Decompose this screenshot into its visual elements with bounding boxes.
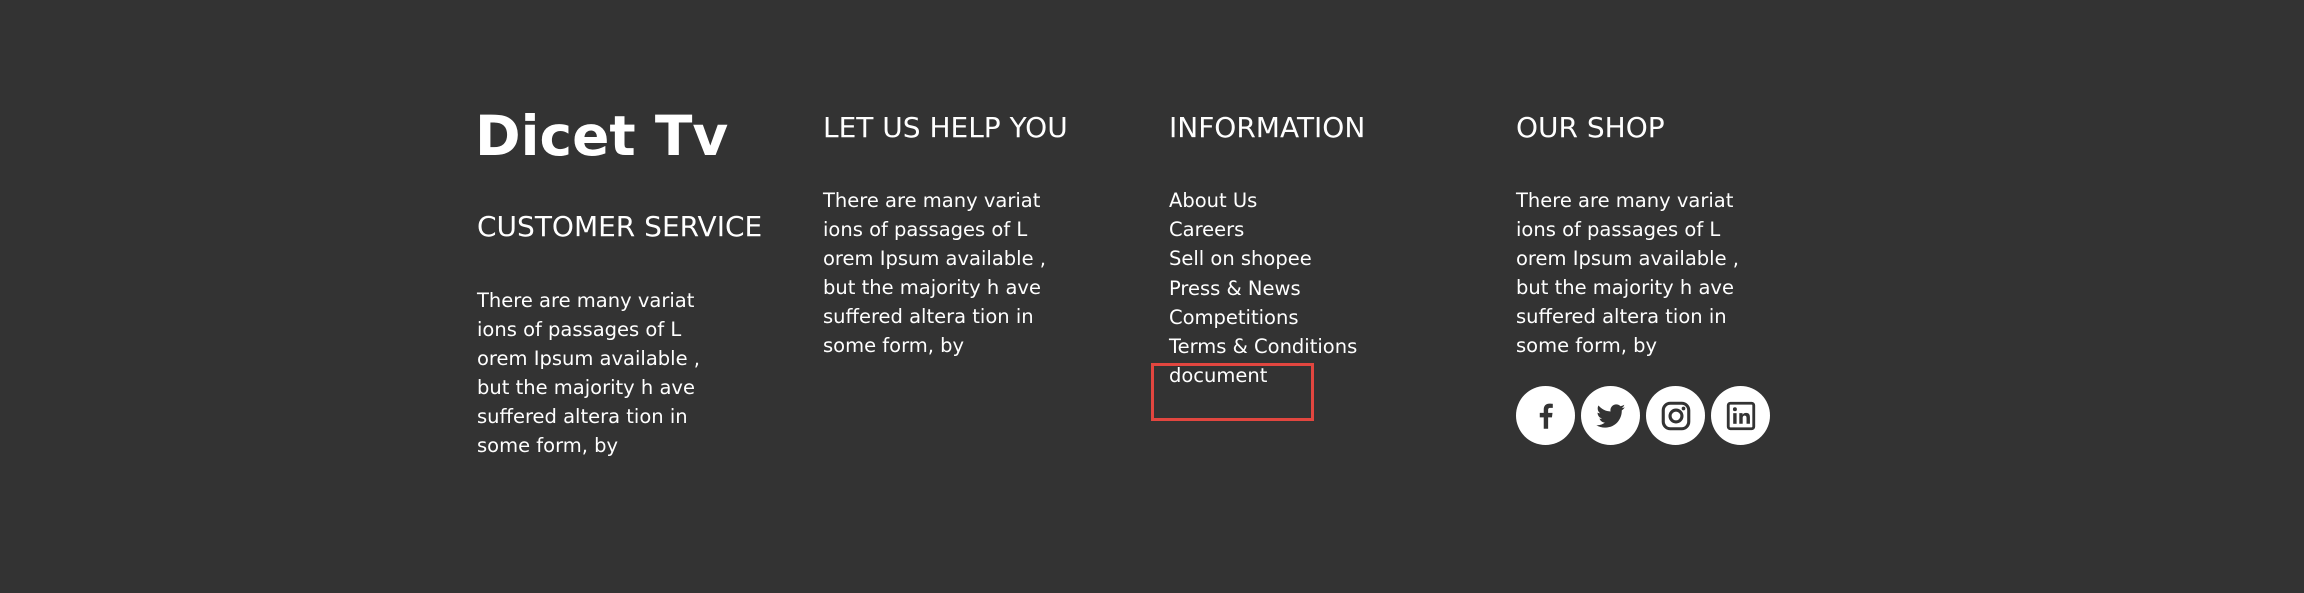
link-about-us[interactable]: About Us [1169, 189, 1257, 212]
twitter-icon [1595, 403, 1625, 428]
help-text: There are many variat ions of passages o… [823, 189, 1046, 357]
instagram-icon [1661, 401, 1690, 430]
shop-heading: OUR SHOP [1516, 111, 1665, 144]
link-press-news[interactable]: Press & News [1169, 277, 1301, 300]
linkedin-button[interactable] [1711, 386, 1770, 445]
highlight-box [1151, 363, 1314, 421]
list-item: Careers [1169, 215, 1357, 244]
link-terms-conditions[interactable]: Terms & Conditions [1169, 335, 1357, 358]
customer-service-text: There are many variat ions of passages o… [477, 289, 700, 457]
list-item: Terms & Conditions [1169, 332, 1357, 361]
facebook-button[interactable] [1516, 386, 1575, 445]
linkedin-icon [1726, 401, 1755, 430]
instagram-button[interactable] [1646, 386, 1705, 445]
twitter-button[interactable] [1581, 386, 1640, 445]
customer-service-heading: CUSTOMER SERVICE [477, 210, 763, 243]
facebook-icon [1539, 403, 1553, 429]
link-careers[interactable]: Careers [1169, 218, 1244, 241]
list-item: Press & News [1169, 274, 1357, 303]
list-item: About Us [1169, 186, 1357, 215]
social-links [1516, 386, 1770, 445]
information-heading: INFORMATION [1169, 111, 1366, 144]
list-item: Sell on shopee [1169, 244, 1357, 273]
footer: Dicet Tv CUSTOMER SERVICE There are many… [0, 0, 2304, 593]
help-heading: LET US HELP YOU [823, 111, 1068, 144]
information-links: About Us Careers Sell on shopee Press & … [1169, 186, 1357, 390]
link-competitions[interactable]: Competitions [1169, 306, 1299, 329]
link-sell-on-shopee[interactable]: Sell on shopee [1169, 247, 1312, 270]
shop-text: There are many variat ions of passages o… [1516, 189, 1739, 357]
brand-logo[interactable]: Dicet Tv [475, 96, 728, 176]
list-item: Competitions [1169, 303, 1357, 332]
